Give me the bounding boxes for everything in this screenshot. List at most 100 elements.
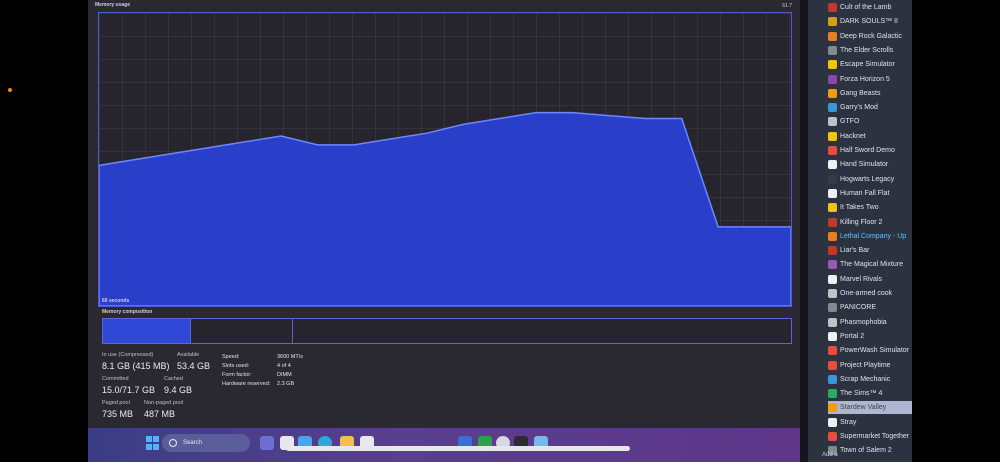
game-icon [828,389,837,399]
library-game-item[interactable]: One-armed cook [828,287,912,300]
game-icon [828,117,837,127]
widgets-icon[interactable] [260,436,274,450]
task-manager-memory-panel: Memory usage 61.7 60 seconds Memory comp… [88,0,800,430]
library-game-item[interactable]: Killing Floor 2 [828,216,912,229]
game-title: Cult of the Lamb [840,4,892,11]
library-game-item[interactable]: Hogwarts Legacy [828,173,912,186]
library-game-item[interactable]: Stray [828,416,912,429]
game-title: Escape Simulator [840,61,895,69]
taskbar-search-box[interactable]: Search [162,434,250,452]
library-game-item[interactable]: Lethal Company - Up [828,230,912,243]
library-game-item[interactable]: Hand Simulator [828,158,912,171]
library-game-item[interactable]: Human Fall Flat [828,187,912,200]
committed-value: 15.0/71.7 GB [102,385,156,395]
game-icon [828,374,837,384]
library-game-item[interactable]: Liar's Bar [828,244,912,257]
library-game-item[interactable]: Scrap Mechanic [828,373,912,386]
library-game-item[interactable]: PowerWash Simulator [828,344,912,357]
game-title: Liar's Bar [840,247,870,255]
memory-usage-title: Memory usage [95,2,131,8]
available-value: 53.4 GB [177,361,211,371]
game-icon [828,260,837,270]
library-game-item[interactable]: Phasmophobia [828,316,912,329]
library-game-item[interactable]: It Takes Two [828,201,912,214]
game-icon [828,246,837,256]
game-icon [828,131,837,141]
memory-composition-title: Memory composition [102,309,153,315]
game-title: Project Playtime [840,361,891,369]
library-game-item[interactable]: Deep Rock Galactic [828,30,912,43]
game-title: Hand Simulator [840,161,889,169]
game-title: Town of Salem 2 [840,447,892,455]
memory-max-label: 61.7 [782,3,792,9]
game-title: Portal 2 [840,332,865,340]
game-icon [828,188,837,198]
game-title: The Sims™ 4 [840,390,883,398]
non-paged-pool-value: 487 MB [144,409,176,419]
game-title: Stardew Valley [840,404,887,412]
game-icon [828,160,837,170]
game-title: DARK SOULS™ II [840,18,898,26]
library-game-item[interactable]: Hacknet [828,130,912,143]
game-icon [828,3,837,12]
library-game-item[interactable]: Cult of the Lamb [828,1,912,14]
library-game-item[interactable]: Gang Beasts [828,87,912,100]
game-icon [828,103,837,113]
game-title: One-armed cook [840,290,893,297]
library-game-item[interactable]: Stardew Valley [828,401,912,415]
game-icon [828,60,837,70]
game-icon [828,31,837,41]
composition-modified [191,319,293,343]
library-game-item[interactable]: DARK SOULS™ II [828,15,912,28]
available-label: Available [177,352,200,358]
library-game-item[interactable]: Half Sword Demo [828,144,912,157]
add-game-button[interactable]: Add a [822,452,838,458]
library-game-item[interactable]: PANICORE [828,301,912,314]
game-title: Forza Horizon 5 [840,75,890,83]
game-icon [828,231,837,241]
library-game-item[interactable]: Marvel Rivals [828,273,912,286]
library-game-item[interactable]: Escape Simulator [828,58,912,71]
game-title: Garry's Mod [840,104,878,112]
library-game-item[interactable]: Project Playtime [828,359,912,372]
game-icon [828,432,837,441]
game-title: PANICORE [840,304,877,312]
game-title: Lethal Company - Up [840,232,907,240]
speed-value: 3600 MT/s [277,354,303,360]
library-game-item[interactable]: Garry's Mod [828,101,912,114]
steam-library-list: Cult of the Lamb DARK SOULS™ II Deep Rock … [808,0,912,462]
game-icon [828,45,837,55]
paged-pool-value: 735 MB [102,409,134,419]
windows-taskbar: Search [88,428,800,462]
memory-usage-fill [99,111,791,306]
overlay-strip [286,446,630,451]
memory-composition-bar [102,318,792,344]
game-icon [828,331,837,341]
game-title: Half Sword Demo [840,147,895,154]
library-game-item[interactable]: Town of Salem 2 [828,444,912,457]
in-use-label: In use (Compressed) [102,352,154,358]
composition-in-use [103,319,191,343]
search-placeholder: Search [183,440,203,446]
paged-pool-label: Paged pool [102,400,130,406]
library-game-item[interactable]: Portal 2 [828,330,912,343]
game-title: Gang Beasts [840,89,881,97]
game-title: Marvel Rivals [840,275,883,283]
game-icon [828,88,837,98]
game-title: It Takes Two [840,204,879,212]
library-game-item[interactable]: The Magical Mixture [828,258,912,271]
game-icon [828,346,837,356]
game-icon [828,74,837,84]
form-factor-value: DIMM [277,372,292,378]
windows-start-icon[interactable] [146,436,160,450]
library-game-item[interactable]: Supermarket Together [828,430,912,443]
game-icon [828,403,837,413]
game-title: PowerWash Simulator [840,347,909,355]
library-game-item[interactable]: The Elder Scrolls [828,44,912,57]
speed-label: Speed: [222,354,240,360]
library-game-item[interactable]: The Sims™ 4 [828,387,912,400]
library-game-item[interactable]: Forza Horizon 5 [828,73,912,86]
game-icon [828,17,837,27]
game-icon [828,417,837,427]
library-game-item[interactable]: GTFO [828,115,912,128]
